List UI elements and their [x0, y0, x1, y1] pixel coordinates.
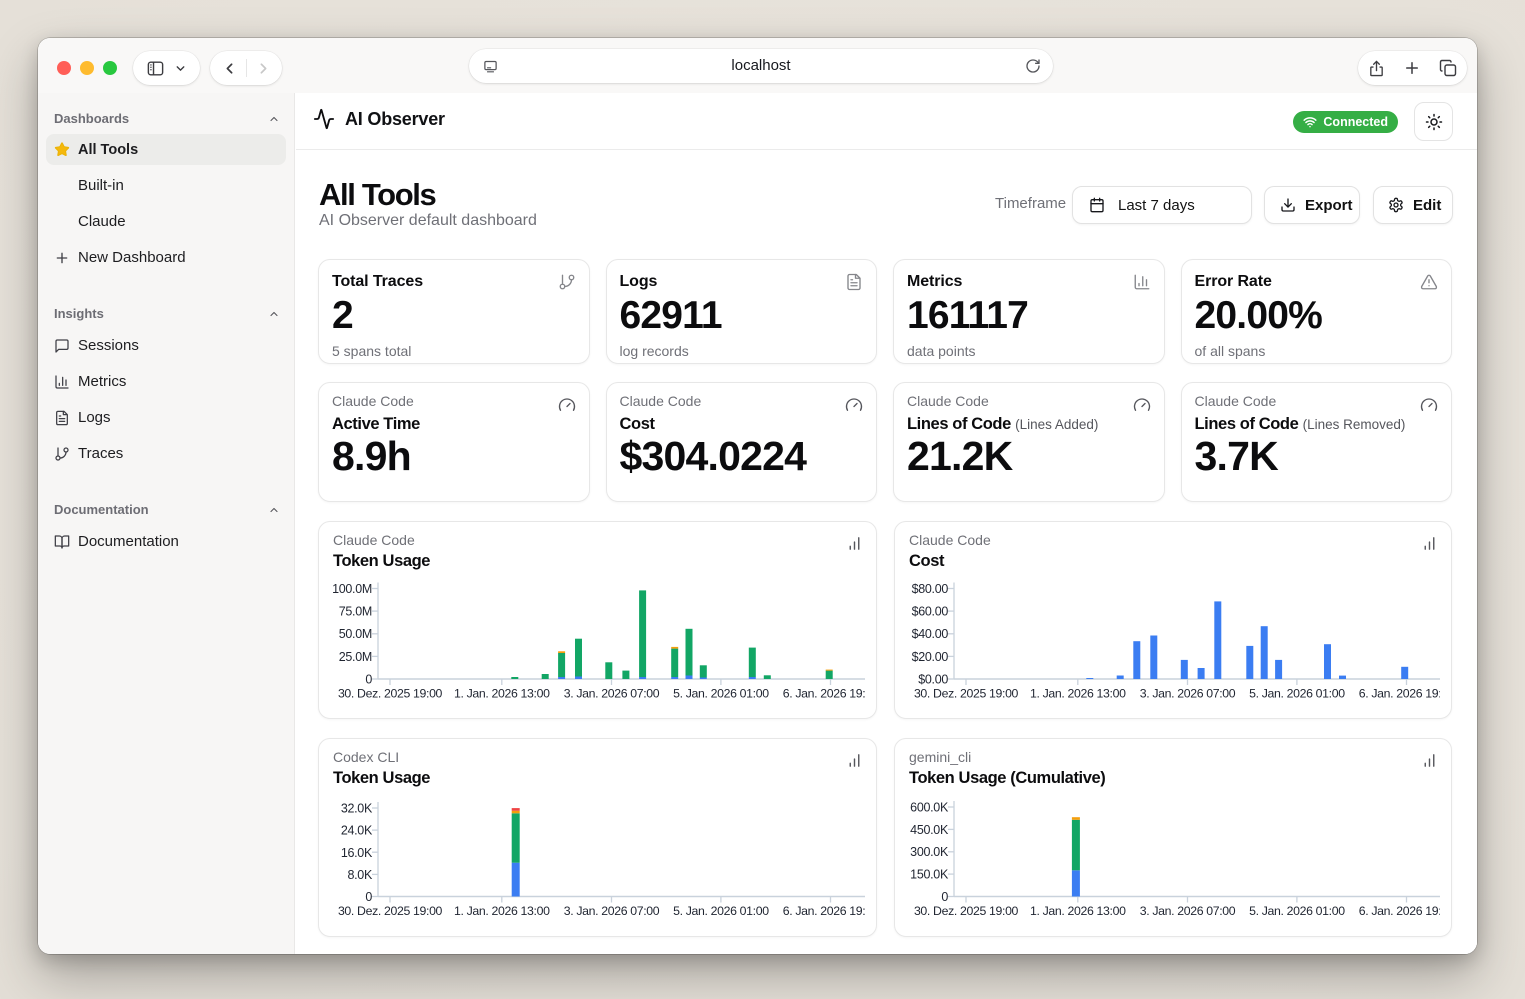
svg-text:6. Jan. 2026 19:00: 6. Jan. 2026 19:00 — [1359, 687, 1440, 701]
svg-text:8.0K: 8.0K — [347, 868, 372, 882]
svg-text:0: 0 — [365, 890, 372, 904]
svg-text:30. Dez. 2025 19:00: 30. Dez. 2025 19:00 — [914, 687, 1019, 701]
svg-text:5. Jan. 2026 01:00: 5. Jan. 2026 01:00 — [1249, 687, 1345, 701]
svg-text:$0.00: $0.00 — [918, 673, 948, 687]
svg-text:30. Dez. 2025 19:00: 30. Dez. 2025 19:00 — [338, 687, 443, 701]
svg-text:0: 0 — [365, 673, 372, 687]
svg-text:1. Jan. 2026 13:00: 1. Jan. 2026 13:00 — [1030, 687, 1126, 701]
svg-text:32.0K: 32.0K — [341, 802, 373, 816]
svg-text:3. Jan. 2026 07:00: 3. Jan. 2026 07:00 — [1140, 687, 1236, 701]
svg-text:5. Jan. 2026 01:00: 5. Jan. 2026 01:00 — [673, 687, 769, 701]
svg-text:25.0M: 25.0M — [339, 650, 372, 664]
svg-text:$20.00: $20.00 — [912, 650, 949, 664]
svg-text:600.0K: 600.0K — [910, 801, 949, 815]
svg-text:1. Jan. 2026 13:00: 1. Jan. 2026 13:00 — [454, 687, 550, 701]
svg-text:6. Jan. 2026 19:00: 6. Jan. 2026 19:00 — [1359, 904, 1440, 918]
svg-text:1. Jan. 2026 13:00: 1. Jan. 2026 13:00 — [454, 904, 550, 918]
svg-text:6. Jan. 2026 19:00: 6. Jan. 2026 19:00 — [783, 687, 865, 701]
svg-text:$60.00: $60.00 — [912, 605, 949, 619]
svg-text:5. Jan. 2026 01:00: 5. Jan. 2026 01:00 — [673, 904, 769, 918]
svg-text:$80.00: $80.00 — [912, 582, 949, 596]
svg-text:300.0K: 300.0K — [910, 845, 949, 859]
svg-text:5. Jan. 2026 01:00: 5. Jan. 2026 01:00 — [1249, 904, 1345, 918]
svg-text:16.0K: 16.0K — [341, 846, 373, 860]
svg-text:6. Jan. 2026 19:00: 6. Jan. 2026 19:00 — [783, 904, 865, 918]
svg-text:$40.00: $40.00 — [912, 627, 949, 641]
svg-text:24.0K: 24.0K — [341, 824, 373, 838]
svg-text:30. Dez. 2025 19:00: 30. Dez. 2025 19:00 — [338, 904, 443, 918]
svg-text:100.0M: 100.0M — [332, 582, 372, 596]
svg-text:1. Jan. 2026 13:00: 1. Jan. 2026 13:00 — [1030, 904, 1126, 918]
svg-text:75.0M: 75.0M — [339, 605, 372, 619]
svg-text:3. Jan. 2026 07:00: 3. Jan. 2026 07:00 — [1140, 904, 1236, 918]
svg-text:0: 0 — [941, 890, 948, 904]
svg-text:3. Jan. 2026 07:00: 3. Jan. 2026 07:00 — [564, 687, 660, 701]
svg-text:50.0M: 50.0M — [339, 627, 372, 641]
svg-text:450.0K: 450.0K — [910, 823, 949, 837]
svg-text:150.0K: 150.0K — [910, 868, 949, 882]
svg-text:3. Jan. 2026 07:00: 3. Jan. 2026 07:00 — [564, 904, 660, 918]
svg-text:30. Dez. 2025 19:00: 30. Dez. 2025 19:00 — [914, 904, 1019, 918]
